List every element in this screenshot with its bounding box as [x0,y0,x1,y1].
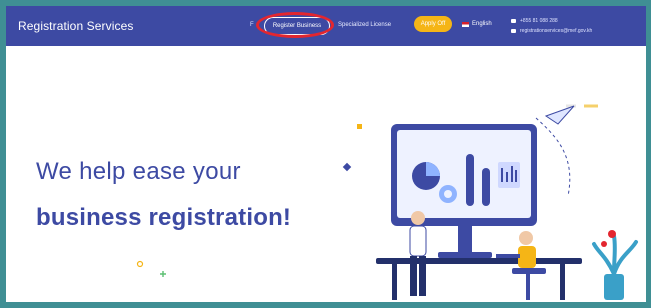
plant-flower-2 [601,241,607,247]
small-circle-shape [136,260,144,268]
plant-leaves [592,234,638,276]
person-left-body [409,225,427,257]
plane-trail [535,117,571,197]
person-right-body [518,246,536,268]
chart-bar-1 [466,154,474,206]
plus-shape [160,271,166,277]
person-left-leg2 [419,256,426,296]
laptop [496,254,520,258]
monitor-stand [458,226,472,252]
chair-seat [512,268,546,274]
gear-center [444,190,452,198]
person-left-head [411,211,425,225]
desk-leg-left [392,264,397,300]
paper-plane-icon [544,105,575,125]
person-right-head [519,231,533,245]
business-illustration [376,105,638,300]
chair-leg [526,274,530,300]
plant-flower [608,230,616,238]
chart-bar-2 [482,168,490,206]
desk-leg-right [560,264,565,300]
plant-pot [604,274,624,300]
desk-top [376,258,582,264]
person-left-leg [410,256,417,296]
page: Registration Services F Register Busines… [6,6,646,302]
monitor-base [438,252,492,258]
